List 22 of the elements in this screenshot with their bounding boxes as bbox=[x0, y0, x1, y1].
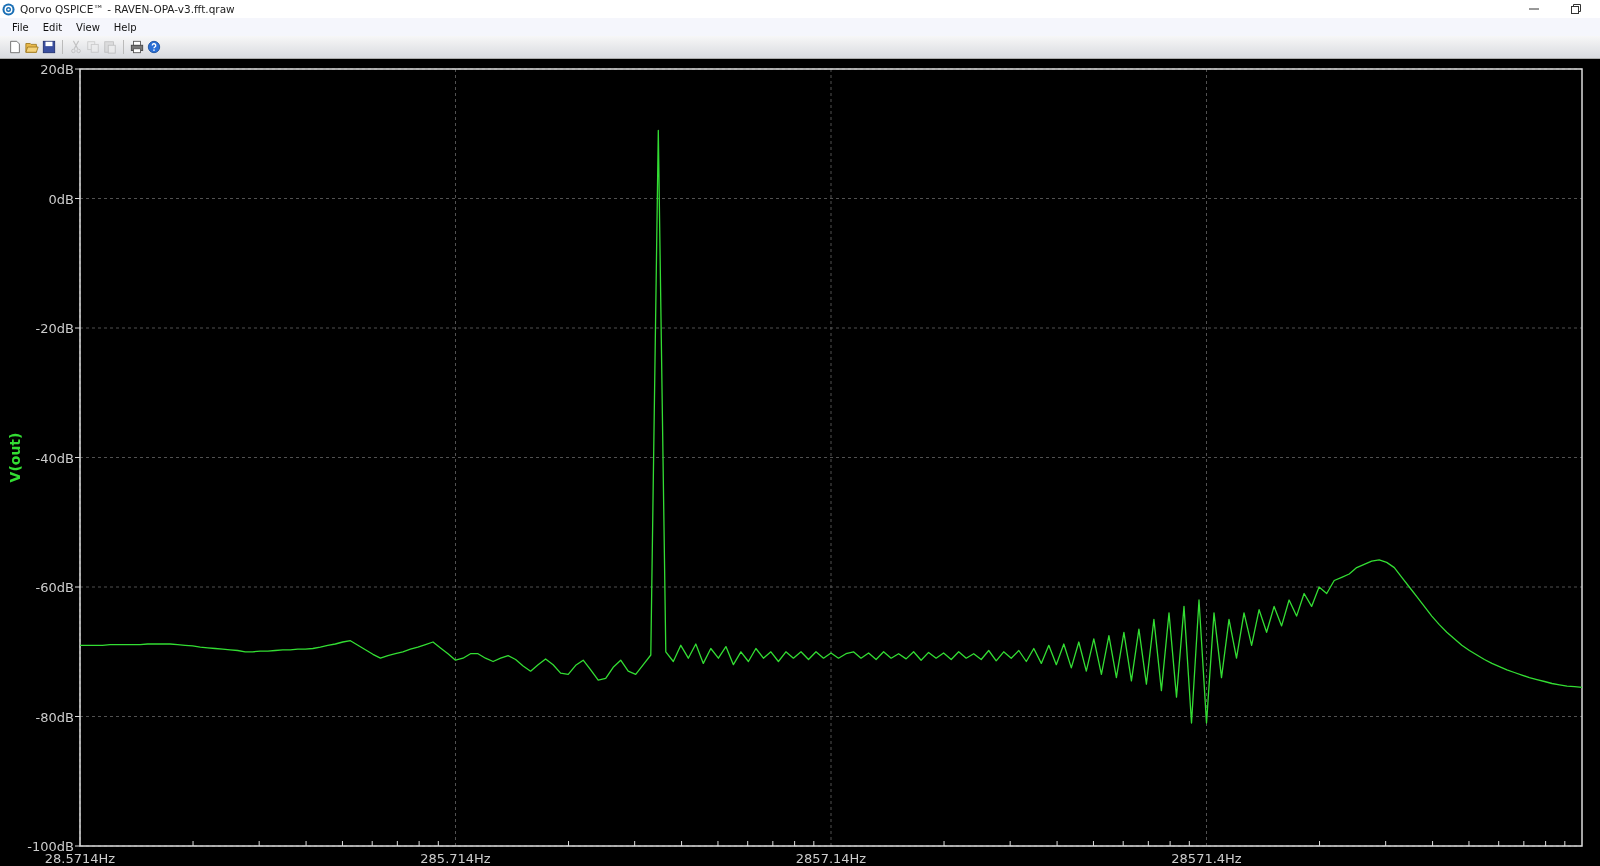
printer-icon[interactable] bbox=[130, 40, 144, 54]
restore-icon bbox=[1571, 4, 1581, 14]
menu-item[interactable]: View bbox=[70, 21, 106, 33]
y-tick-label: -100dB bbox=[27, 839, 74, 854]
y-tick-label: -60dB bbox=[35, 580, 74, 595]
x-tick-label: 2857.14Hz bbox=[795, 851, 867, 866]
menu-item[interactable]: Help bbox=[107, 21, 143, 33]
save-icon[interactable] bbox=[42, 40, 56, 54]
new-file-icon[interactable] bbox=[8, 40, 22, 54]
y-tick-label: 0dB bbox=[48, 191, 74, 207]
help-icon[interactable] bbox=[147, 40, 161, 54]
menu-item[interactable]: File bbox=[6, 21, 35, 33]
trace-label: V(out) bbox=[7, 432, 23, 483]
y-tick-label: -20dB bbox=[35, 321, 74, 336]
x-tick-label: 28.5714Hz bbox=[44, 851, 116, 866]
x-tick-label: 28571.4Hz bbox=[1171, 851, 1242, 866]
x-tick-label: 285.714Hz bbox=[420, 851, 491, 866]
y-tick-label: -80dB bbox=[35, 709, 74, 725]
window-title: Qorvo QSPICE™ - RAVEN-OPA-v3.fft.qraw bbox=[20, 3, 235, 15]
y-tick-label: 20dB bbox=[40, 62, 74, 77]
y-tick-label: -40dB bbox=[35, 450, 74, 466]
menu-item[interactable]: Edit bbox=[36, 21, 69, 33]
